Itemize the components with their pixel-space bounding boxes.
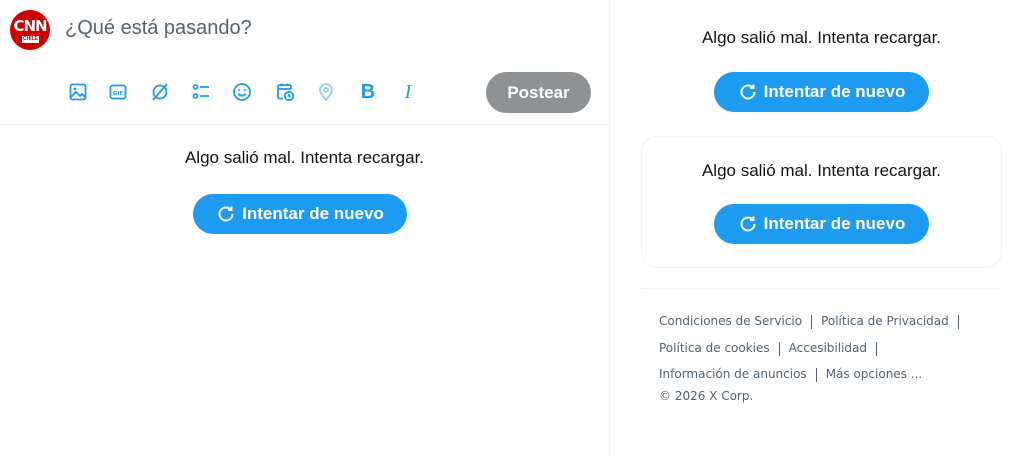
footer-link-ads-info[interactable]: Información de anuncios: [659, 367, 807, 381]
error-message: Algo salió mal. Intenta recargar.: [184, 148, 425, 167]
gif-icon[interactable]: GIF: [106, 79, 130, 105]
footer-link-privacy[interactable]: Política de Privacidad: [821, 314, 949, 328]
footer-link-terms[interactable]: Condiciones de Servicio: [659, 314, 802, 328]
sidebar-error-1: Algo salió mal. Intenta recargar.: [641, 28, 1002, 48]
refresh-icon: [218, 206, 234, 222]
footer-separator: [778, 341, 780, 356]
compose-input[interactable]: ¿Qué está pasando?: [65, 17, 252, 40]
post-button[interactable]: Postear: [486, 72, 591, 113]
retry-button[interactable]: Intentar de nuevo: [193, 194, 407, 234]
footer-link-accessibility[interactable]: Accesibilidad: [789, 341, 867, 355]
emoji-icon[interactable]: [230, 79, 254, 105]
footer-row-3: Información de anuncios Más opciones ...: [659, 367, 922, 382]
grok-icon[interactable]: [148, 79, 172, 105]
bold-icon[interactable]: B: [356, 79, 380, 105]
retry-button[interactable]: Intentar de nuevo: [714, 204, 929, 244]
divider: [641, 288, 1002, 289]
sidebar-card: [641, 136, 1002, 268]
footer-link-cookies[interactable]: Política de cookies: [659, 341, 770, 355]
footer-separator: [811, 314, 813, 329]
retry-button[interactable]: Intentar de nuevo: [714, 72, 929, 112]
sidebar-error-2: Algo salió mal. Intenta recargar.: [641, 161, 1002, 181]
bold-glyph: B: [360, 80, 376, 103]
footer-row-1: Condiciones de Servicio Política de Priva…: [659, 314, 968, 329]
italic-glyph: I: [404, 80, 412, 103]
retry-label: Intentar de nuevo: [242, 204, 384, 223]
refresh-icon: [740, 84, 756, 100]
retry-label: Intentar de nuevo: [763, 82, 906, 101]
image-icon[interactable]: [66, 79, 90, 105]
timeline-error: Algo salió mal. Intenta recargar.: [0, 148, 609, 168]
footer-separator: [815, 367, 817, 382]
footer-separator: [957, 314, 959, 329]
avatar[interactable]: CNN CHILE: [10, 10, 50, 50]
poll-icon[interactable]: [189, 79, 213, 105]
error-message: Algo salió mal. Intenta recargar.: [701, 161, 942, 180]
italic-icon[interactable]: I: [396, 79, 420, 105]
footer-separator: [876, 341, 878, 356]
refresh-icon: [740, 216, 756, 232]
footer-link-more[interactable]: Más opciones ...: [826, 367, 923, 381]
error-message: Algo salió mal. Intenta recargar.: [701, 28, 942, 47]
tweet-composer: CNN CHILE ¿Qué está pasando? GIF B I Pos…: [0, 0, 609, 125]
footer-row-2: Política de cookies Accesibilidad: [659, 341, 886, 356]
schedule-icon[interactable]: [273, 79, 297, 105]
location-icon[interactable]: [314, 79, 338, 105]
main-column: CNN CHILE ¿Qué está pasando? GIF B I Pos…: [0, 0, 610, 455]
retry-label: Intentar de nuevo: [763, 214, 906, 233]
footer-copyright: © 2026 X Corp.: [659, 389, 754, 403]
svg-text:GIF: GIF: [113, 91, 124, 97]
avatar-logo-sub: CHILE: [22, 36, 39, 43]
avatar-logo-text: CNN: [13, 17, 47, 35]
